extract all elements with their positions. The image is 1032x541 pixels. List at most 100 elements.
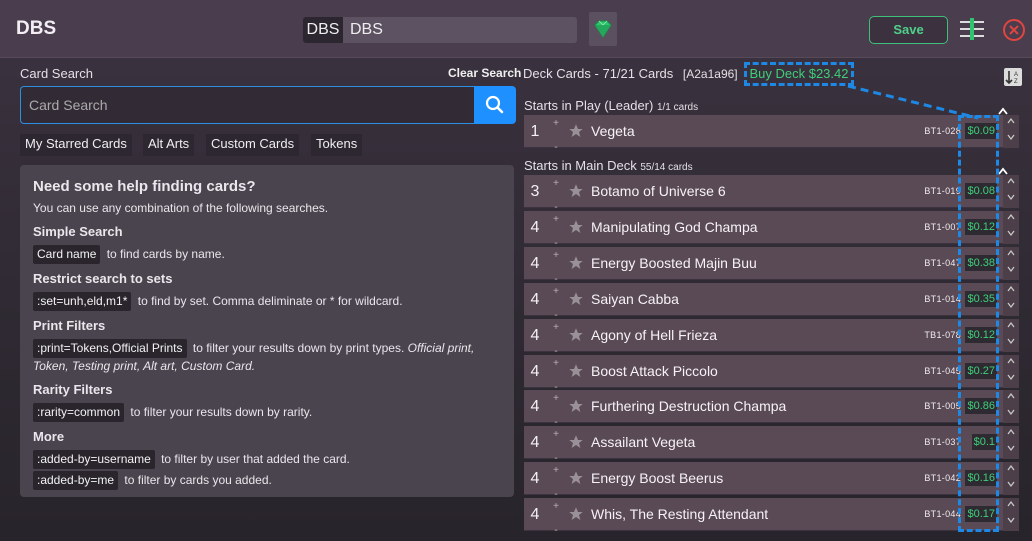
row-scroll-arrows[interactable] bbox=[1003, 115, 1019, 148]
deck-hash: [A2a1a96] bbox=[682, 67, 738, 81]
card-name[interactable]: Furthering Destruction Champa bbox=[591, 390, 786, 423]
row-scroll-arrows[interactable] bbox=[1003, 462, 1019, 495]
row-scroll-arrows[interactable] bbox=[1003, 426, 1019, 459]
card-price: $0.35 bbox=[965, 291, 997, 307]
chevron-down-icon bbox=[1007, 481, 1015, 487]
chevron-up-icon bbox=[1007, 358, 1015, 364]
quantity-stepper[interactable]: + - bbox=[550, 355, 562, 393]
chevron-down-icon bbox=[1007, 338, 1015, 344]
star-icon[interactable] bbox=[568, 219, 584, 235]
gem-icon bbox=[594, 20, 612, 38]
rarity-text: to filter your results down by rarity. bbox=[130, 405, 313, 419]
row-scroll-arrows[interactable] bbox=[1003, 247, 1019, 280]
card-set-code: BT1-019 bbox=[924, 186, 961, 196]
card-name[interactable]: Vegeta bbox=[591, 115, 635, 148]
leader-card-row[interactable]: 1 + - Vegeta BT1-028 $0.09 bbox=[524, 115, 1019, 153]
card-row[interactable]: 4 + - Saiyan Cabba BT1-014 $0.35 bbox=[524, 283, 1019, 321]
leader-collapse-chevron-icon[interactable] bbox=[998, 102, 1008, 115]
quantity-stepper[interactable]: + - bbox=[550, 498, 562, 536]
chevron-up-icon bbox=[1007, 250, 1015, 256]
search-button[interactable] bbox=[474, 86, 516, 124]
card-name[interactable]: Botamo of Universe 6 bbox=[591, 175, 726, 208]
chevron-down-icon bbox=[1007, 266, 1015, 272]
card-set-code: BT1-037 bbox=[924, 437, 961, 447]
quantity-stepper[interactable]: + - bbox=[550, 390, 562, 428]
quantity-stepper[interactable]: + - bbox=[550, 115, 562, 153]
tab-custom-cards[interactable]: Custom Cards bbox=[206, 134, 300, 156]
card-row[interactable]: 4 + - Boost Attack Piccolo BT1-045 $0.27 bbox=[524, 355, 1019, 393]
card-row[interactable]: 4 + - Agony of Hell Frieza TB1-078 $0.12 bbox=[524, 319, 1019, 357]
card-name[interactable]: Energy Boosted Majin Buu bbox=[591, 247, 757, 280]
quantity-stepper[interactable]: + - bbox=[550, 319, 562, 357]
deck-name-input[interactable]: DBS bbox=[343, 17, 577, 43]
card-row[interactable]: 4 + - Assailant Vegeta BT1-037 $0.1 bbox=[524, 426, 1019, 464]
gem-button[interactable] bbox=[589, 12, 617, 46]
quantity-stepper[interactable]: + - bbox=[550, 211, 562, 249]
row-scroll-arrows[interactable] bbox=[1003, 319, 1019, 352]
card-name[interactable]: Manipulating God Champa bbox=[591, 211, 758, 244]
tab-my-starred-cards[interactable]: My Starred Cards bbox=[20, 134, 132, 156]
card-row[interactable]: 4 + - Energy Boosted Majin Buu BT1-047 $0.38 bbox=[524, 247, 1019, 285]
card-row[interactable]: 4 + - Energy Boost Beerus BT1-042 $0.16 bbox=[524, 462, 1019, 500]
card-name[interactable]: Saiyan Cabba bbox=[591, 283, 679, 316]
star-icon[interactable] bbox=[568, 434, 584, 450]
buy-deck-link[interactable]: Buy Deck $23.42 bbox=[744, 62, 854, 86]
format-select[interactable]: DBS bbox=[303, 17, 343, 43]
help-subtitle: You can use any combination of the follo… bbox=[33, 201, 329, 215]
card-name[interactable]: Assailant Vegeta bbox=[591, 426, 695, 459]
chevron-up-icon bbox=[1007, 393, 1015, 399]
quantity-stepper[interactable]: + - bbox=[550, 175, 562, 213]
row-scroll-arrows[interactable] bbox=[1003, 175, 1019, 208]
more-row-1: :added-by=username to filter by user tha… bbox=[33, 450, 501, 469]
tab-tokens[interactable]: Tokens bbox=[311, 134, 363, 156]
card-set-code: BT1-007 bbox=[924, 222, 961, 232]
star-icon[interactable] bbox=[568, 363, 584, 379]
row-scroll-arrows[interactable] bbox=[1003, 211, 1019, 244]
simple-search-text: to find cards by name. bbox=[106, 247, 225, 261]
quantity-stepper[interactable]: + - bbox=[550, 426, 562, 464]
main-collapse-chevron-icon[interactable] bbox=[998, 162, 1008, 175]
save-button[interactable]: Save bbox=[869, 16, 948, 44]
main-section-count: 55/14 cards bbox=[640, 162, 693, 173]
sort-az-icon[interactable]: A Z bbox=[1004, 68, 1022, 86]
quantity-stepper[interactable]: + - bbox=[550, 283, 562, 321]
card-name[interactable]: Boost Attack Piccolo bbox=[591, 355, 718, 388]
chevron-down-icon bbox=[1007, 230, 1015, 236]
star-icon[interactable] bbox=[568, 506, 584, 522]
card-set-code: BT1-045 bbox=[924, 366, 961, 376]
added-by-user-text: to filter by user that added the card. bbox=[161, 452, 350, 466]
card-name[interactable]: Agony of Hell Frieza bbox=[591, 319, 717, 352]
card-quantity: 1 bbox=[530, 123, 540, 140]
star-icon[interactable] bbox=[568, 123, 584, 139]
quantity-stepper[interactable]: + - bbox=[550, 462, 562, 500]
card-name[interactable]: Energy Boost Beerus bbox=[591, 462, 723, 495]
star-icon[interactable] bbox=[568, 291, 584, 307]
rarity-code: :rarity=common bbox=[33, 403, 125, 422]
tab-alt-arts[interactable]: Alt Arts bbox=[143, 134, 195, 156]
chevron-up-icon bbox=[1007, 286, 1015, 292]
card-row[interactable]: 4 + - Whis, The Resting Attendant BT1-044 $0.… bbox=[524, 498, 1019, 536]
card-row[interactable]: 3 + - Botamo of Universe 6 BT1-019 $0.08 bbox=[524, 175, 1019, 213]
row-scroll-arrows[interactable] bbox=[1003, 498, 1019, 531]
more-heading: More bbox=[33, 429, 65, 444]
close-icon[interactable] bbox=[1002, 18, 1026, 42]
card-name[interactable]: Whis, The Resting Attendant bbox=[591, 498, 768, 531]
row-scroll-arrows[interactable] bbox=[1003, 283, 1019, 316]
card-row[interactable]: 4 + - Furthering Destruction Champa BT1-005 $… bbox=[524, 390, 1019, 428]
chevron-down-icon bbox=[1007, 374, 1015, 380]
star-icon[interactable] bbox=[568, 327, 584, 343]
search-input[interactable]: Card Search bbox=[20, 86, 474, 124]
star-icon[interactable] bbox=[568, 470, 584, 486]
card-row[interactable]: 4 + - Manipulating God Champa BT1-007 $0.12 bbox=[524, 211, 1019, 249]
card-set-code: BT1-005 bbox=[924, 401, 961, 411]
star-icon[interactable] bbox=[568, 183, 584, 199]
star-icon[interactable] bbox=[568, 398, 584, 414]
deck-scrollbar[interactable] bbox=[1022, 115, 1032, 535]
print-filters-heading: Print Filters bbox=[33, 318, 106, 333]
sliders-settings-icon[interactable] bbox=[958, 16, 986, 42]
row-scroll-arrows[interactable] bbox=[1003, 355, 1019, 388]
clear-search-link[interactable]: Clear Search bbox=[448, 66, 521, 80]
quantity-stepper[interactable]: + - bbox=[550, 247, 562, 285]
star-icon[interactable] bbox=[568, 255, 584, 271]
row-scroll-arrows[interactable] bbox=[1003, 390, 1019, 423]
